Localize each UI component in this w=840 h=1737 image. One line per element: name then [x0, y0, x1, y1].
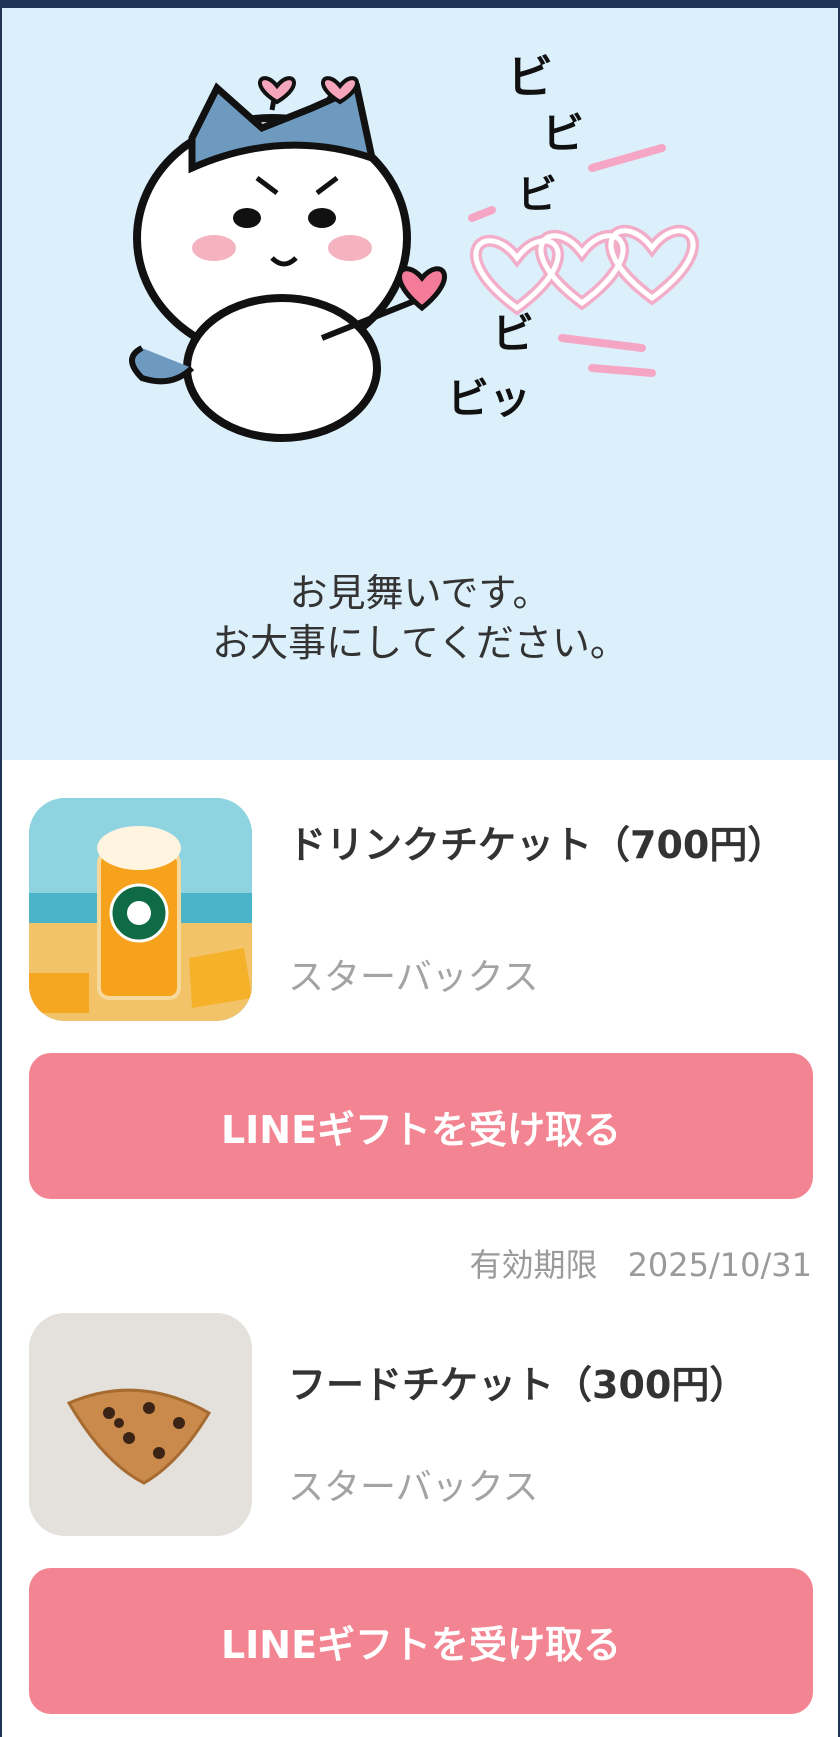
hero-message-line-1: お見舞いです。	[289, 571, 551, 615]
hero-sticker-area: ビ ビ ビ ビ ビッ お見舞いです。 お大事にしてください。	[2, 8, 838, 760]
sfx-text-5: ビッ	[447, 374, 531, 423]
drink-ticket-title[interactable]: ドリンクチケット（700円）	[288, 820, 788, 870]
hero-message: お見舞いです。 お大事にしてください。	[2, 568, 838, 668]
food-ticket-brand: スターバックス	[288, 1467, 539, 1508]
drink-product-image	[29, 798, 252, 1021]
sfx-text-2: ビ	[542, 109, 584, 158]
receive-drink-gift-button[interactable]: LINEギフトを受け取る	[29, 1053, 813, 1199]
receive-food-gift-button[interactable]: LINEギフトを受け取る	[29, 1568, 813, 1714]
food-ticket-title[interactable]: フードチケット（300円）	[288, 1360, 788, 1410]
sfx-text-4: ビ	[492, 309, 534, 358]
sfx-text-1: ビ	[507, 50, 553, 104]
sfx-text-3: ビ	[517, 172, 557, 218]
hero-message-line-2: お大事にしてください。	[212, 621, 628, 665]
food-product-image	[29, 1313, 252, 1536]
drink-ticket-brand: スターバックス	[288, 957, 539, 998]
gift-item-drink: ドリンクチケット（700円） スターバックス LINEギフトを受け取る 有効期限…	[2, 760, 838, 1284]
gift-item-food: フードチケット（300円） スターバックス LINEギフトを受け取る	[2, 1280, 838, 1737]
gift-message-card: ビ ビ ビ ビ ビッ お見舞いです。 お大事にしてください。 ドリンクチケット（…	[2, 8, 838, 1737]
expiry-date: 2025/10/31	[627, 1246, 812, 1284]
top-frame-bar	[0, 0, 840, 8]
expiry-label: 有効期限	[469, 1246, 598, 1284]
cat-sticker-illustration: ビ ビ ビ ビ ビッ	[129, 50, 699, 442]
